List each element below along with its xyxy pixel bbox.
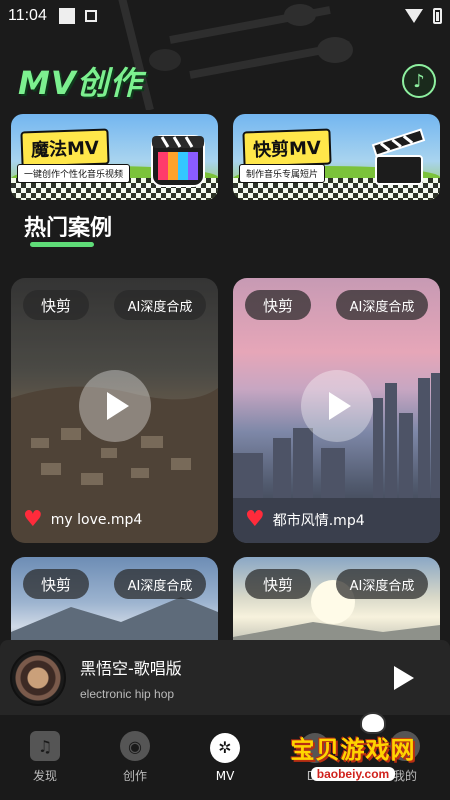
heart-icon[interactable]: ♥: [245, 509, 265, 531]
page-title: MV创作: [18, 64, 143, 102]
ai-synthesis-tag: AI深度合成: [336, 290, 428, 320]
tab-label: MV: [215, 768, 235, 783]
quick-cut-tag: 快剪: [245, 290, 311, 320]
play-icon[interactable]: [394, 665, 414, 690]
song-title: 黑悟空-歌唱版: [80, 658, 182, 678]
ai-synthesis-tag: AI深度合成: [114, 290, 206, 320]
ai-synthesis-tag: AI深度合成: [336, 569, 428, 599]
song-genre: electronic hip hop: [80, 686, 175, 701]
section-title: 热门案例: [24, 216, 113, 241]
music-note-icon[interactable]: ♪: [402, 64, 436, 98]
battery-icon: [433, 8, 442, 24]
notification-icon: [58, 8, 75, 24]
tab-mv[interactable]: ✲ MV: [180, 715, 270, 800]
tab-discover[interactable]: ♫ 发现: [0, 715, 90, 800]
banner-quick-cut-mv[interactable]: 快剪MV 制作音乐专属短片: [233, 114, 440, 200]
tab-create[interactable]: ◉ 创作: [90, 715, 180, 800]
status-time: 11:04: [8, 7, 47, 24]
card-filename: my love.mp4: [50, 512, 143, 528]
banner-title: 魔法MV: [20, 128, 110, 168]
wifi-icon: [405, 9, 423, 23]
quick-cut-tag: 快剪: [23, 569, 89, 599]
watermark: 宝贝游戏网 baobeiy.com: [278, 712, 428, 782]
play-icon[interactable]: [79, 370, 151, 442]
case-card-1[interactable]: 快剪 AI深度合成 ♥ my love.mp4: [11, 278, 218, 543]
heart-icon[interactable]: ♥: [23, 509, 43, 531]
banner-subtitle: 制作音乐专属短片: [239, 164, 326, 183]
banner-magic-mv[interactable]: 魔法MV 一键创作个性化音乐视频: [11, 114, 218, 200]
watermark-url: baobeiy.com: [310, 767, 396, 781]
banner-title: 快剪MV: [242, 128, 332, 168]
status-bar: 11:04: [0, 0, 450, 32]
case-card-2[interactable]: 快剪 AI深度合成 ♥ 都市风情.mp4: [233, 278, 440, 543]
watermark-text: 宝贝游戏网: [290, 736, 416, 764]
page-header: MV创作 ♪: [18, 58, 436, 104]
ai-synthesis-tag: AI深度合成: [114, 569, 206, 599]
section-underline: [30, 242, 94, 247]
film-reel-icon: ✲: [210, 732, 240, 763]
album-art: [10, 649, 66, 706]
disc-icon: ◉: [120, 731, 150, 761]
card-filename: 都市风情.mp4: [272, 513, 365, 529]
play-icon[interactable]: [301, 370, 373, 442]
banner-subtitle: 一键创作个性化音乐视频: [17, 164, 131, 183]
mini-player[interactable]: 黑悟空-歌唱版 electronic hip hop: [0, 640, 450, 715]
clapperboard-icon: [371, 128, 426, 185]
clapperboard-app-icon: [151, 135, 205, 187]
music-box-icon: ♫: [30, 731, 60, 761]
tab-label: 发现: [32, 769, 57, 783]
quick-cut-tag: 快剪: [245, 569, 311, 599]
quick-cut-tag: 快剪: [23, 290, 89, 320]
tab-label: 创作: [122, 769, 147, 783]
notification-icon-2: [84, 10, 97, 22]
